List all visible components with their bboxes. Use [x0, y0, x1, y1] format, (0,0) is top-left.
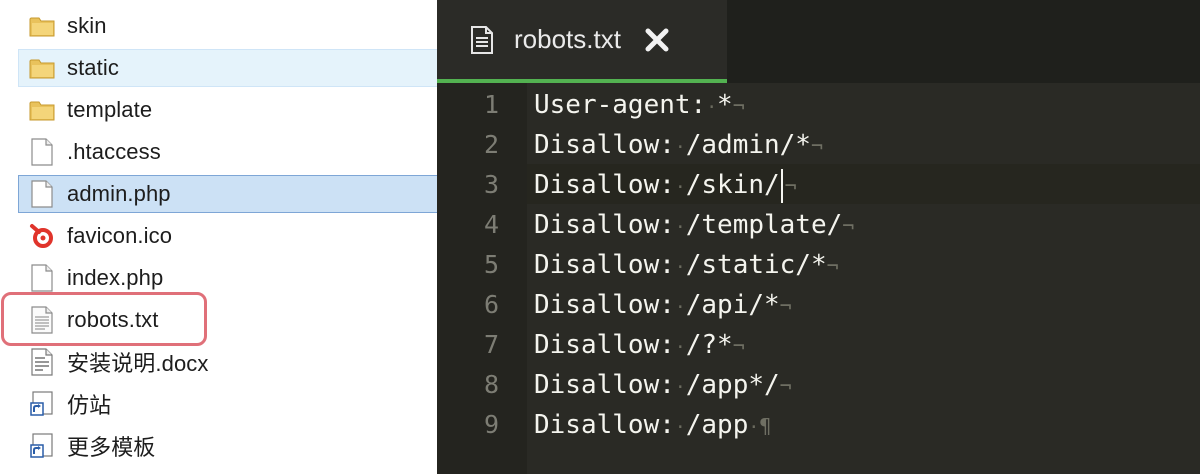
folder-icon — [29, 53, 55, 83]
file-item-htaccess[interactable]: .htaccess — [18, 133, 437, 171]
code-line[interactable]: Disallow:·/template/¬ — [534, 205, 854, 245]
file-item-index-php[interactable]: index.php — [18, 259, 437, 297]
line-number: 2 — [483, 130, 499, 159]
code-value: /api/* — [685, 290, 780, 320]
whitespace-marker: · — [674, 417, 686, 438]
line-number: 6 — [483, 290, 499, 319]
file-item-skin[interactable]: skin — [18, 7, 437, 45]
folder-icon — [29, 95, 55, 125]
line-number: 5 — [483, 250, 499, 279]
line-number: 9 — [483, 410, 499, 439]
code-line[interactable]: Disallow:·/admin/*¬ — [534, 125, 823, 165]
code-line[interactable]: Disallow:·/api/*¬ — [534, 285, 792, 325]
code-value: /app*/ — [685, 370, 780, 400]
folder-icon — [29, 11, 55, 41]
blank-file-icon — [29, 179, 55, 209]
code-editor: robots.txt 1 2 3 4 5 6 7 8 9 User-agent:… — [437, 0, 1200, 474]
code-line[interactable]: Disallow:·/app·¶ — [534, 405, 771, 445]
whitespace-marker: · — [706, 97, 718, 118]
code-value: /admin/* — [685, 130, 811, 160]
code-line[interactable]: Disallow:·/skin/¬ — [534, 165, 797, 205]
code-value: /?* — [685, 330, 733, 360]
code-directive: Disallow: — [534, 250, 675, 280]
code-directive: Disallow: — [534, 410, 675, 440]
file-item-admin-php[interactable]: admin.php — [18, 175, 437, 213]
file-item-favicon[interactable]: favicon.ico — [18, 217, 437, 255]
line-end-marker: ¬ — [732, 94, 745, 118]
line-number: 4 — [483, 210, 499, 239]
whitespace-marker: · — [674, 257, 686, 278]
file-item-template[interactable]: template — [18, 91, 437, 129]
code-directive: Disallow: — [534, 130, 675, 160]
whitespace-marker: · — [674, 377, 686, 398]
file-name: admin.php — [67, 181, 171, 206]
shortcut-icon — [29, 431, 55, 461]
line-end-marker: ¬ — [784, 174, 797, 198]
code-line[interactable]: Disallow:·/app*/¬ — [534, 365, 792, 405]
tab-bar: robots.txt — [437, 0, 1200, 83]
file-item-robots-txt[interactable]: robots.txt — [18, 301, 437, 339]
file-name: 安装说明.docx — [67, 351, 209, 376]
document-file-icon — [29, 347, 55, 377]
line-end-marker: ¬ — [779, 374, 792, 398]
file-name: index.php — [67, 265, 164, 290]
blank-file-icon — [29, 263, 55, 293]
file-item-more-templates-shortcut[interactable]: 更多模板 — [18, 427, 437, 465]
file-item-static[interactable]: static — [18, 49, 437, 87]
whitespace-marker: · — [674, 217, 686, 238]
code-value: /app — [685, 410, 749, 440]
whitespace-marker: · — [674, 337, 686, 358]
code-directive: Disallow: — [534, 170, 675, 200]
close-icon[interactable] — [643, 26, 671, 54]
line-number: 7 — [483, 330, 499, 359]
code-directive: Disallow: — [534, 330, 675, 360]
whitespace-marker: · — [674, 297, 686, 318]
code-value: /skin/ — [685, 170, 780, 200]
file-explorer: skin static template .htaccess admin.php… — [0, 0, 437, 474]
file-name: skin — [67, 13, 107, 38]
code-directive: User-agent: — [534, 90, 707, 120]
blank-file-icon — [29, 137, 55, 167]
file-name: .htaccess — [67, 139, 161, 164]
code-value: /template/ — [685, 210, 843, 240]
line-end-marker: ¬ — [732, 334, 745, 358]
code-line[interactable]: User-agent:·*¬ — [534, 85, 745, 125]
code-line[interactable]: Disallow:·/static/*¬ — [534, 245, 839, 285]
line-end-marker: ¬ — [810, 134, 824, 158]
file-name: robots.txt — [67, 307, 159, 332]
code-directive: Disallow: — [534, 290, 675, 320]
line-number-gutter: 1 2 3 4 5 6 7 8 9 — [437, 83, 527, 474]
document-icon — [470, 25, 494, 55]
code-directive: Disallow: — [534, 210, 675, 240]
line-end-marker: ¬ — [826, 254, 839, 278]
line-end-marker: ¬ — [779, 294, 792, 318]
code-value: /static/* — [685, 250, 827, 280]
line-end-marker: ¬ — [842, 214, 855, 238]
whitespace-marker: · — [674, 137, 686, 158]
text-file-icon — [29, 305, 55, 335]
paragraph-end-marker: ¶ — [759, 414, 772, 438]
line-number: 8 — [483, 370, 499, 399]
file-name: static — [67, 55, 119, 80]
file-item-clone-site-shortcut[interactable]: 仿站 — [18, 385, 437, 423]
line-number: 1 — [483, 90, 499, 119]
tab-title: robots.txt — [514, 24, 621, 54]
file-item-install-docx[interactable]: 安装说明.docx — [18, 343, 437, 381]
shortcut-icon — [29, 389, 55, 419]
file-name: 仿站 — [67, 393, 112, 418]
file-name: 更多模板 — [67, 435, 156, 460]
file-name: favicon.ico — [67, 223, 173, 248]
code-value: * — [717, 90, 733, 120]
text-cursor — [780, 168, 783, 203]
line-number: 3 — [483, 170, 499, 199]
tab-robots-txt[interactable]: robots.txt — [437, 0, 727, 83]
whitespace-marker: · — [748, 417, 760, 438]
code-directive: Disallow: — [534, 370, 675, 400]
file-name: template — [67, 97, 153, 122]
favicon-icon — [29, 221, 55, 251]
code-line[interactable]: Disallow:·/?*¬ — [534, 325, 745, 365]
whitespace-marker: · — [674, 177, 686, 198]
